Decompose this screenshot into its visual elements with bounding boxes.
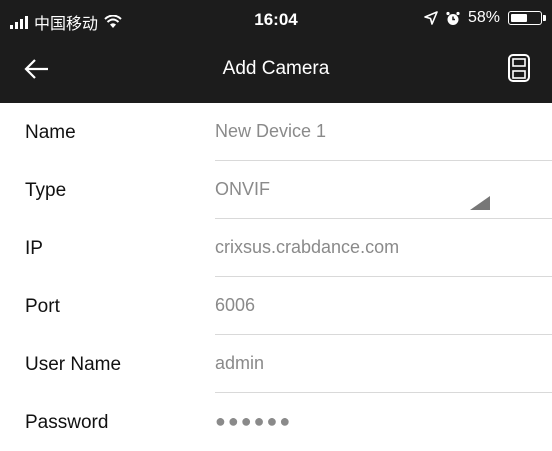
port-label: Port bbox=[25, 296, 60, 317]
username-label: User Name bbox=[25, 354, 122, 375]
page-title: Add Camera bbox=[222, 58, 330, 79]
status-right: 58% bbox=[424, 9, 546, 27]
battery-percent: 58% bbox=[467, 9, 500, 26]
battery-fill bbox=[511, 14, 527, 22]
type-row: Type ONVIF bbox=[0, 161, 552, 219]
ip-row: IP crixsus.crabdance.com bbox=[0, 219, 552, 277]
port-row: Port 6006 bbox=[0, 277, 552, 335]
name-label: Name bbox=[25, 122, 76, 143]
nav-bar: Add Camera bbox=[0, 40, 552, 103]
alarm-icon bbox=[446, 11, 460, 26]
username-row: User Name admin bbox=[0, 335, 552, 393]
password-label: Password bbox=[25, 412, 109, 433]
app-header: 中国移动 16:04 58% Add Camera bbox=[0, 0, 552, 103]
username-field[interactable]: admin bbox=[215, 353, 535, 374]
dropdown-arrow-icon[interactable] bbox=[470, 196, 490, 210]
save-button[interactable] bbox=[506, 52, 532, 84]
name-field[interactable]: New Device 1 bbox=[215, 121, 535, 142]
port-field[interactable]: 6006 bbox=[215, 295, 535, 316]
ip-field[interactable]: crixsus.crabdance.com bbox=[215, 237, 535, 258]
status-bar: 中国移动 16:04 58% bbox=[0, 0, 552, 40]
camera-form: Name New Device 1 Type ONVIF IP crixsus.… bbox=[0, 103, 552, 451]
password-field[interactable]: ●●●●●● bbox=[215, 411, 535, 432]
location-icon bbox=[424, 11, 438, 25]
save-icon bbox=[508, 54, 530, 82]
name-row: Name New Device 1 bbox=[0, 103, 552, 161]
password-row: Password ●●●●●● bbox=[0, 393, 552, 451]
ip-label: IP bbox=[25, 238, 43, 259]
type-label: Type bbox=[25, 180, 67, 201]
battery-icon bbox=[508, 11, 546, 25]
